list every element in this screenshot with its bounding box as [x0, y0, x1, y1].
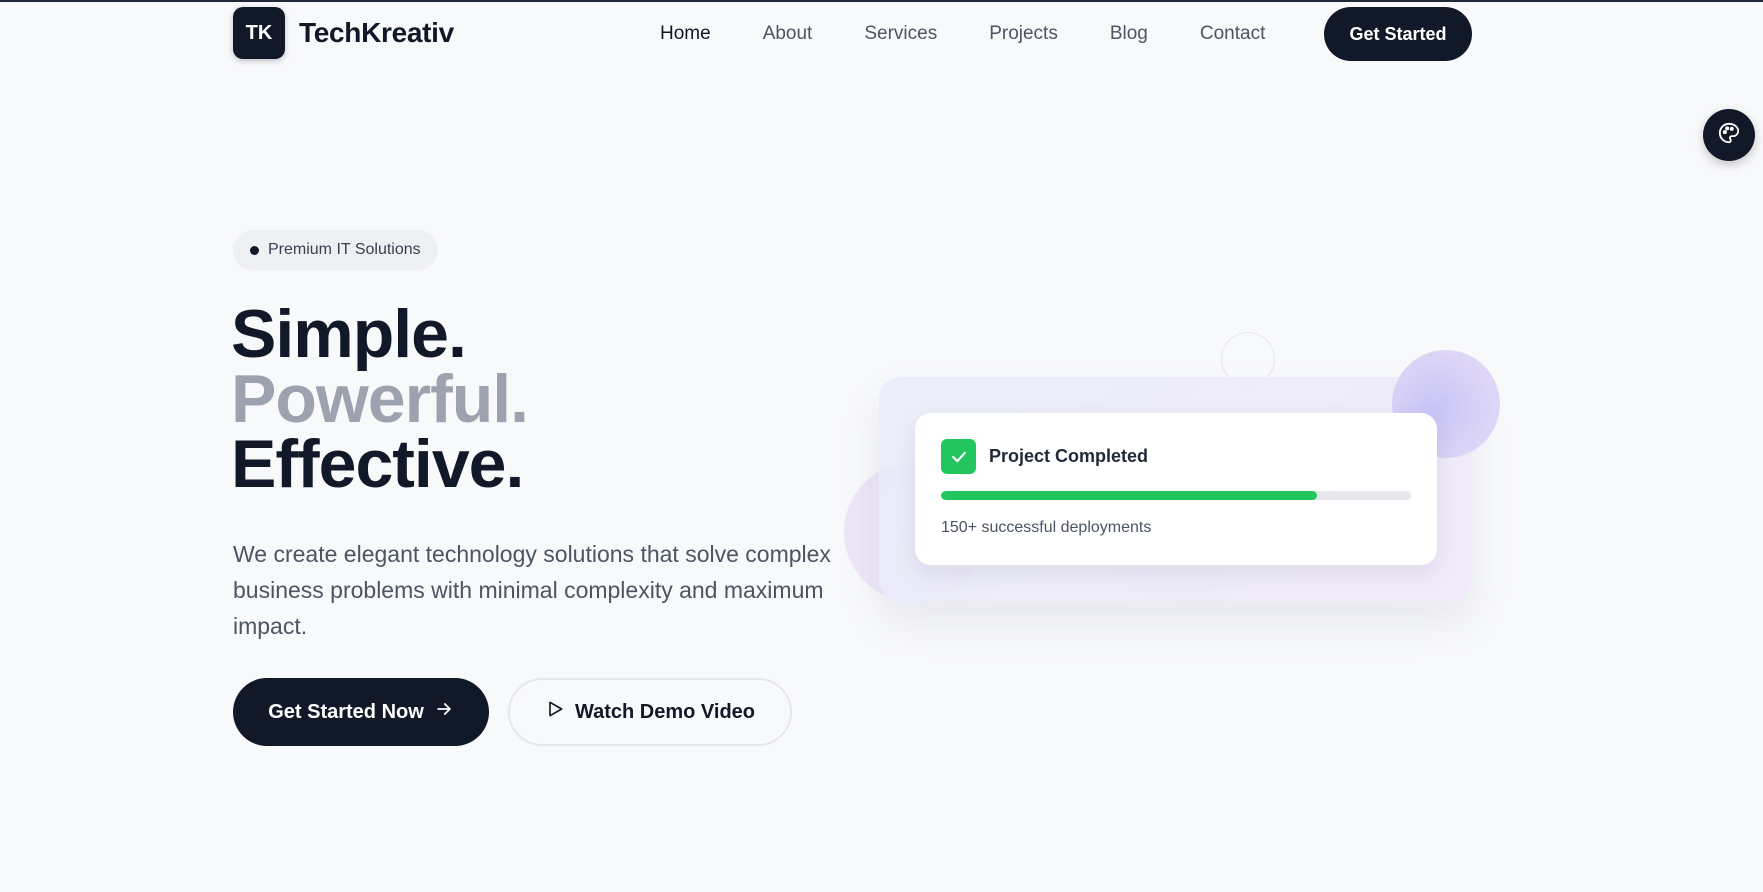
hero-lead: We create elegant technology solutions t…: [233, 541, 831, 639]
watch-demo-label: Watch Demo Video: [574, 700, 756, 723]
nav-contact[interactable]: Contact: [1200, 20, 1265, 48]
headline-line-2: Powerful.: [231, 361, 529, 437]
theme-palette-button[interactable]: [1703, 109, 1755, 161]
palette-icon: [1718, 122, 1740, 149]
get-started-button[interactable]: Get Started: [1324, 7, 1472, 61]
hero-badge: Premium IT Solutions: [233, 230, 438, 270]
play-icon: [545, 699, 565, 725]
status-card-title: Project Completed: [989, 446, 1149, 466]
site-header: TK TechKreativ Home About Services Proje…: [0, 2, 1763, 66]
headline-line-1: Simple.: [231, 296, 467, 372]
nav-about[interactable]: About: [763, 20, 813, 48]
arrow-right-icon: [434, 699, 454, 725]
get-started-now-button[interactable]: Get Started Now: [233, 678, 489, 746]
check-icon: [941, 439, 976, 474]
main-nav: Home About Services Projects Blog Contac…: [660, 20, 1317, 48]
hero-headline: Simple. Powerful. Effective.: [231, 296, 529, 502]
progress-bar: [941, 491, 1411, 500]
nav-home[interactable]: Home: [660, 20, 711, 48]
headline-line-3: Effective.: [231, 426, 524, 502]
brand-name: TechKreativ: [299, 17, 454, 48]
project-status-card: Project Completed 150+ successful deploy…: [915, 413, 1437, 565]
progress-bar-fill: [941, 491, 1317, 500]
logo-mark: TK: [233, 7, 285, 59]
badge-dot: [250, 245, 259, 255]
badge-label: Premium IT Solutions: [268, 241, 421, 258]
brand-logo[interactable]: TK TechKreativ: [233, 7, 454, 59]
nav-services[interactable]: Services: [864, 20, 937, 48]
watch-demo-button[interactable]: Watch Demo Video: [508, 678, 792, 746]
get-started-now-label: Get Started Now: [268, 700, 424, 723]
nav-projects[interactable]: Projects: [989, 20, 1058, 48]
status-card-subtitle: 150+ successful deployments: [941, 519, 1152, 536]
nav-blog[interactable]: Blog: [1110, 20, 1148, 48]
